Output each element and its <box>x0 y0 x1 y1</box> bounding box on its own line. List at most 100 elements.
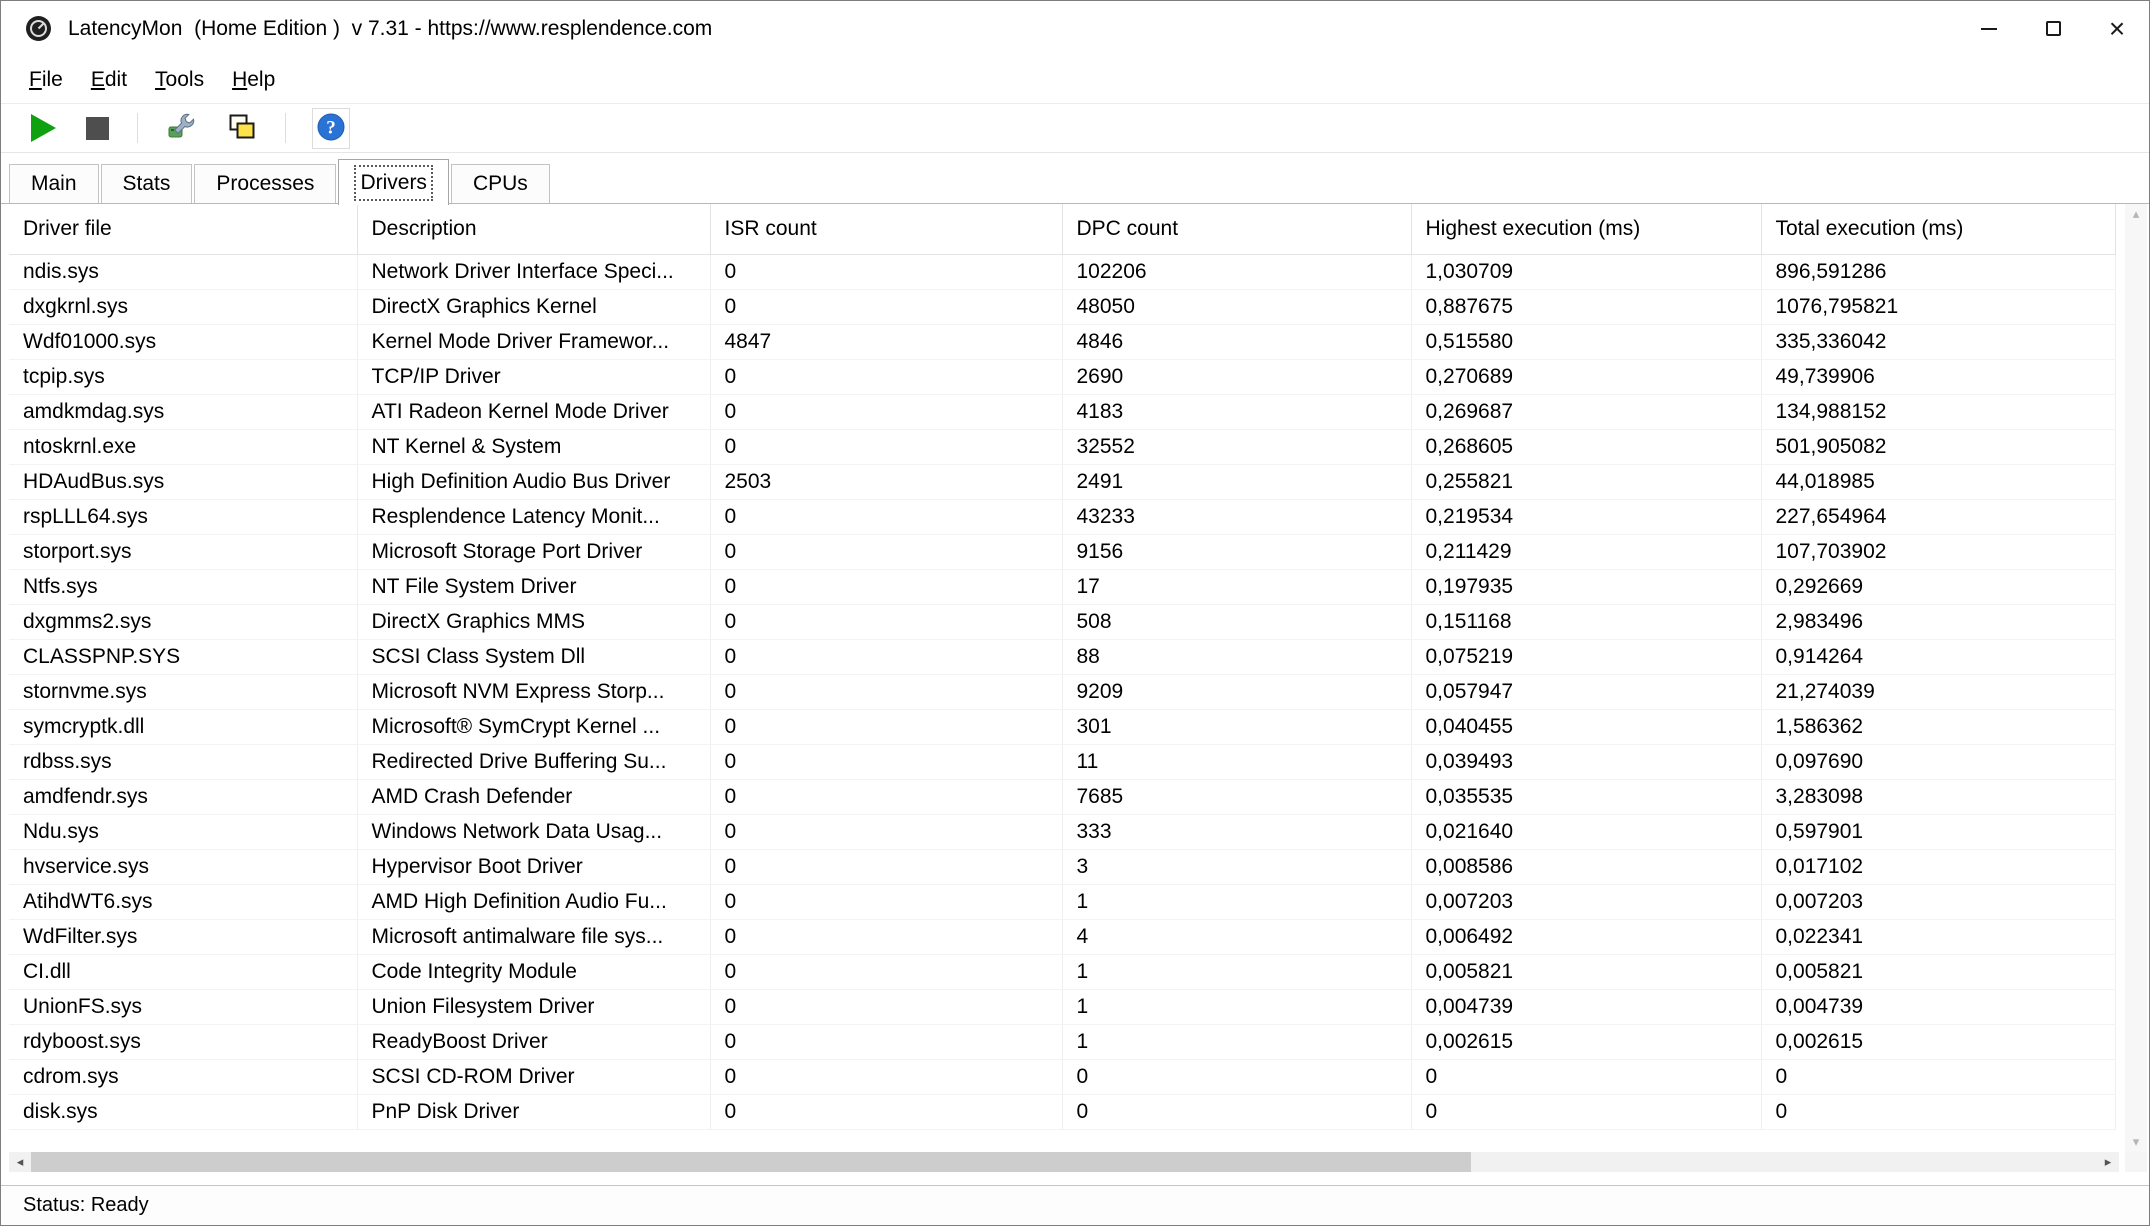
table-cell: PnP Disk Driver <box>357 1094 710 1129</box>
drivers-list: Driver file Description ISR count DPC co… <box>9 204 2149 1172</box>
table-cell: Microsoft® SymCrypt Kernel ... <box>357 709 710 744</box>
column-header-driver-file[interactable]: Driver file <box>9 204 357 254</box>
column-header-total-execution[interactable]: Total execution (ms) <box>1761 204 2115 254</box>
close-button[interactable]: × <box>2085 1 2149 56</box>
tab-cpus[interactable]: CPUs <box>451 164 550 203</box>
table-cell: 0 <box>710 394 1062 429</box>
options-button[interactable] <box>164 109 199 147</box>
table-row[interactable]: dxgkrnl.sysDirectX Graphics Kernel048050… <box>9 289 2115 324</box>
menu-file[interactable]: File <box>15 63 77 97</box>
table-cell: dxgkrnl.sys <box>9 289 357 324</box>
column-header-dpc-count[interactable]: DPC count <box>1062 204 1411 254</box>
table-row[interactable]: hvservice.sysHypervisor Boot Driver030,0… <box>9 849 2115 884</box>
table-cell: cdrom.sys <box>9 1059 357 1094</box>
table-row[interactable]: stornvme.sysMicrosoft NVM Express Storp.… <box>9 674 2115 709</box>
table-row[interactable]: ndis.sysNetwork Driver Interface Speci..… <box>9 254 2115 289</box>
table-cell: Wdf01000.sys <box>9 324 357 359</box>
tab-label: Main <box>31 172 77 196</box>
toolbar-separator <box>285 113 286 143</box>
table-row[interactable]: rspLLL64.sysResplendence Latency Monit..… <box>9 499 2115 534</box>
tab-label: Drivers <box>360 171 427 195</box>
table-row[interactable]: symcryptk.dllMicrosoft® SymCrypt Kernel … <box>9 709 2115 744</box>
table-cell: 0,007203 <box>1761 884 2115 919</box>
tab-main[interactable]: Main <box>9 164 99 203</box>
table-row[interactable]: amdkmdag.sysATI Radeon Kernel Mode Drive… <box>9 394 2115 429</box>
table-row[interactable]: tcpip.sysTCP/IP Driver026900,27068949,73… <box>9 359 2115 394</box>
horizontal-scroll-thumb[interactable] <box>31 1152 1471 1172</box>
table-cell: 0,597901 <box>1761 814 2115 849</box>
table-cell: 7685 <box>1062 779 1411 814</box>
table-cell: 0,040455 <box>1411 709 1761 744</box>
table-row[interactable]: CI.dllCode Integrity Module010,0058210,0… <box>9 954 2115 989</box>
table-cell: TCP/IP Driver <box>357 359 710 394</box>
table-cell: 0,914264 <box>1761 639 2115 674</box>
table-row[interactable]: Ntfs.sysNT File System Driver0170,197935… <box>9 569 2115 604</box>
table-cell: 48050 <box>1062 289 1411 324</box>
minimize-button[interactable] <box>1957 1 2021 56</box>
table-row[interactable]: Ndu.sysWindows Network Data Usag...03330… <box>9 814 2115 849</box>
table-cell: 9209 <box>1062 674 1411 709</box>
table-row[interactable]: Wdf01000.sysKernel Mode Driver Framewor.… <box>9 324 2115 359</box>
column-header-description[interactable]: Description <box>357 204 710 254</box>
table-row[interactable]: CLASSPNP.SYSSCSI Class System Dll0880,07… <box>9 639 2115 674</box>
table-cell: 0 <box>710 849 1062 884</box>
menu-edit[interactable]: Edit <box>77 63 141 97</box>
table-cell: 0,005821 <box>1411 954 1761 989</box>
table-row[interactable]: dxgmms2.sysDirectX Graphics MMS05080,151… <box>9 604 2115 639</box>
table-cell: 0 <box>710 289 1062 324</box>
start-monitor-button[interactable] <box>29 112 58 144</box>
table-row[interactable]: storport.sysMicrosoft Storage Port Drive… <box>9 534 2115 569</box>
column-header-isr-count[interactable]: ISR count <box>710 204 1062 254</box>
tab-processes[interactable]: Processes <box>194 164 336 203</box>
toolbar: ? <box>1 104 2149 153</box>
help-icon: ? <box>316 112 346 145</box>
horizontal-scrollbar[interactable]: ◂ ▸ <box>9 1152 2119 1172</box>
table-row[interactable]: rdyboost.sysReadyBoost Driver010,0026150… <box>9 1024 2115 1059</box>
tab-stats[interactable]: Stats <box>101 164 193 203</box>
table-cell: 896,591286 <box>1761 254 2115 289</box>
copy-report-button[interactable] <box>225 111 259 146</box>
table-cell: amdfendr.sys <box>9 779 357 814</box>
table-cell: Hypervisor Boot Driver <box>357 849 710 884</box>
table-cell: 2491 <box>1062 464 1411 499</box>
menu-help[interactable]: Help <box>218 63 289 97</box>
menu-tools[interactable]: Tools <box>141 63 218 97</box>
table-row[interactable]: rdbss.sysRedirected Drive Buffering Su..… <box>9 744 2115 779</box>
table-row[interactable]: ntoskrnl.exeNT Kernel & System0325520,26… <box>9 429 2115 464</box>
table-cell: 0 <box>1761 1094 2115 1129</box>
tab-drivers[interactable]: Drivers <box>338 159 449 205</box>
table-cell: ntoskrnl.exe <box>9 429 357 464</box>
table-row[interactable]: amdfendr.sysAMD Crash Defender076850,035… <box>9 779 2115 814</box>
table-row[interactable]: cdrom.sysSCSI CD-ROM Driver0000 <box>9 1059 2115 1094</box>
stop-monitor-button[interactable] <box>84 115 111 142</box>
table-cell: 2690 <box>1062 359 1411 394</box>
help-button[interactable]: ? <box>312 108 350 149</box>
table-cell: 0,151168 <box>1411 604 1761 639</box>
table-row[interactable]: disk.sysPnP Disk Driver0000 <box>9 1094 2115 1129</box>
table-cell: 21,274039 <box>1761 674 2115 709</box>
vertical-scrollbar[interactable]: ▴ ▾ <box>2125 204 2147 1152</box>
table-row[interactable]: UnionFS.sysUnion Filesystem Driver010,00… <box>9 989 2115 1024</box>
table-cell: 0,197935 <box>1411 569 1761 604</box>
table-row[interactable]: WdFilter.sysMicrosoft antimalware file s… <box>9 919 2115 954</box>
table-cell: 3,283098 <box>1761 779 2115 814</box>
table-cell: 0,211429 <box>1411 534 1761 569</box>
tab-label: Stats <box>123 172 171 196</box>
table-cell: AtihdWT6.sys <box>9 884 357 919</box>
table-cell: Ndu.sys <box>9 814 357 849</box>
table-cell: 1 <box>1062 884 1411 919</box>
table-cell: 0,097690 <box>1761 744 2115 779</box>
table-cell: CI.dll <box>9 954 357 989</box>
column-header-highest-execution[interactable]: Highest execution (ms) <box>1411 204 1761 254</box>
table-cell: 0,887675 <box>1411 289 1761 324</box>
table-cell: HDAudBus.sys <box>9 464 357 499</box>
table-row[interactable]: AtihdWT6.sysAMD High Definition Audio Fu… <box>9 884 2115 919</box>
table-cell: 0,270689 <box>1411 359 1761 394</box>
table-cell: disk.sys <box>9 1094 357 1129</box>
table-row[interactable]: HDAudBus.sysHigh Definition Audio Bus Dr… <box>9 464 2115 499</box>
table-cell: 0,002615 <box>1761 1024 2115 1059</box>
table-cell: 1 <box>1062 989 1411 1024</box>
table-cell: 134,988152 <box>1761 394 2115 429</box>
table-cell: 0,219534 <box>1411 499 1761 534</box>
maximize-button[interactable] <box>2021 1 2085 56</box>
